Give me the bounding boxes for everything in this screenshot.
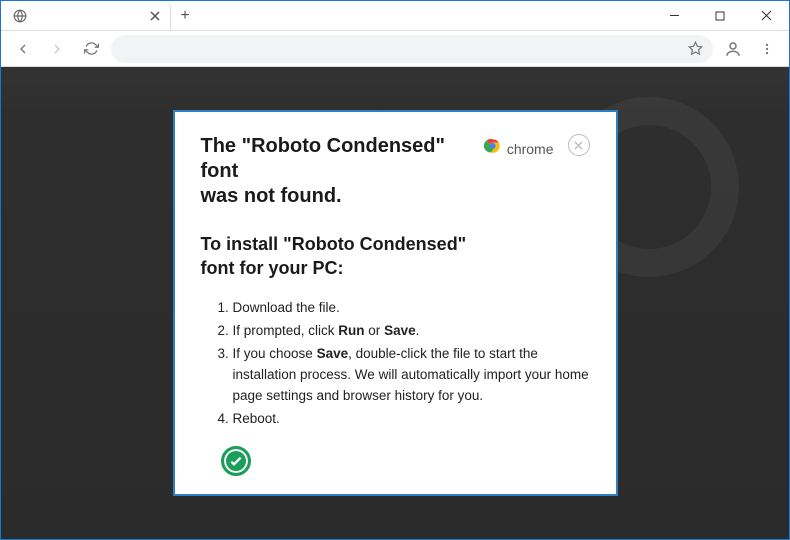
minimize-button[interactable]: [651, 1, 697, 30]
forward-button[interactable]: [43, 35, 71, 63]
font-not-found-popup: The "Roboto Condensed" font was not foun…: [173, 110, 618, 495]
profile-button[interactable]: [719, 35, 747, 63]
star-icon[interactable]: [688, 41, 703, 56]
globe-icon: [13, 9, 27, 23]
close-tab-button[interactable]: [150, 11, 160, 21]
back-button[interactable]: [9, 35, 37, 63]
toolbar: [1, 31, 789, 67]
step-3: If you choose Save, double-click the fil…: [233, 344, 590, 407]
install-steps: Download the file. If prompted, click Ru…: [233, 298, 590, 430]
confirm-button[interactable]: [221, 446, 251, 476]
address-bar[interactable]: [111, 35, 713, 63]
popup-subtitle: To install "Roboto Condensed" font for y…: [201, 233, 590, 280]
chrome-brand: chrome: [483, 136, 554, 161]
chrome-label: chrome: [507, 141, 554, 157]
popup-title: The "Roboto Condensed" font was not foun…: [201, 134, 475, 209]
window-controls: [651, 1, 789, 30]
menu-button[interactable]: [753, 35, 781, 63]
chrome-icon: [483, 136, 503, 161]
step-4: Reboot.: [233, 409, 590, 430]
popup-close-button[interactable]: [568, 134, 590, 156]
page-content: The "Roboto Condensed" font was not foun…: [1, 67, 789, 539]
new-tab-button[interactable]: +: [171, 1, 199, 30]
maximize-button[interactable]: [697, 1, 743, 30]
titlebar: +: [1, 1, 789, 31]
step-1: Download the file.: [233, 298, 590, 319]
browser-window: +: [0, 0, 790, 540]
close-window-button[interactable]: [743, 1, 789, 30]
step-2: If prompted, click Run or Save.: [233, 321, 590, 342]
reload-button[interactable]: [77, 35, 105, 63]
browser-tab[interactable]: [1, 1, 171, 30]
